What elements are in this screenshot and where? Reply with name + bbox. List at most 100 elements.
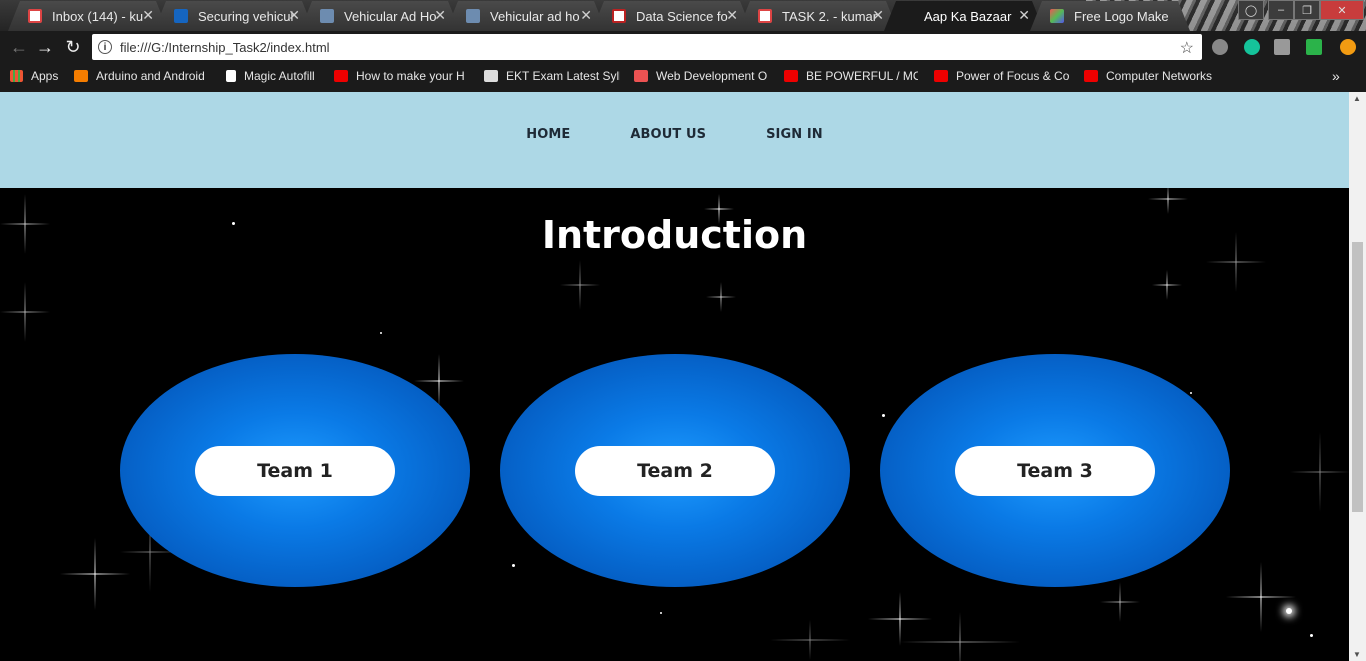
web-page: HOME ABOUT US SIGN IN Introduction Team … — [0, 92, 1349, 661]
bookmark-label: Magic Autofill — [244, 69, 315, 83]
close-icon[interactable]: ✕ — [1018, 7, 1030, 24]
reload-icon[interactable]: ↻ — [62, 37, 84, 57]
tab-aap-ka-bazaar[interactable]: Aap Ka Bazaar ✕ — [884, 1, 1044, 31]
extension-icon[interactable] — [1212, 39, 1228, 55]
sparkle — [1226, 562, 1296, 632]
address-text: file:///G:/Internship_Task2/index.html — [120, 39, 330, 55]
bookmark-label: EKT Exam Latest Sylla — [506, 69, 620, 83]
star — [660, 612, 662, 614]
udemy-icon — [634, 70, 648, 82]
address-bar[interactable]: i file:///G:/Internship_Task2/index.html… — [92, 34, 1202, 60]
forward-icon[interactable]: → — [34, 37, 56, 57]
bookmark-star-icon[interactable]: ☆ — [1179, 38, 1194, 58]
bookmark-ekt-exam[interactable]: EKT Exam Latest Sylla — [484, 68, 620, 84]
nav-signin-link[interactable]: SIGN IN — [766, 127, 823, 142]
bookmark-computer-networks[interactable]: Computer Networks — [1084, 68, 1220, 84]
tab-vehicular-2[interactable]: Vehicular ad ho ✕ — [446, 1, 606, 31]
bookmark-arduino[interactable]: Arduino and Android — [74, 68, 210, 84]
close-icon[interactable]: ✕ — [726, 7, 738, 24]
tab-free-logo[interactable]: Free Logo Make — [1030, 1, 1190, 31]
sparkle — [560, 260, 600, 310]
minimize-button[interactable]: – — [1268, 0, 1294, 20]
youtube-icon — [334, 70, 348, 82]
team-1-button[interactable]: Team 1 — [195, 446, 395, 496]
info-icon[interactable]: i — [98, 40, 112, 54]
n-icon — [612, 9, 626, 23]
close-icon[interactable]: ✕ — [288, 7, 300, 24]
star — [1190, 392, 1192, 394]
tab-title: Vehicular Ad Ho — [344, 8, 437, 24]
my-extension-icon[interactable] — [1274, 39, 1290, 55]
team-3-button[interactable]: Team 3 — [955, 446, 1155, 496]
star — [882, 414, 885, 417]
star — [380, 332, 382, 334]
close-icon[interactable]: ✕ — [142, 7, 154, 24]
team-2-card: Team 2 — [500, 354, 850, 587]
tab-title: Inbox (144) - ku — [52, 8, 144, 24]
gmail-icon — [758, 9, 772, 23]
tab-securing[interactable]: Securing vehicul ✕ — [154, 1, 314, 31]
vertical-scrollbar[interactable]: ▲ ▼ — [1349, 92, 1366, 661]
bookmark-label: BE POWERFUL / MOT — [806, 69, 918, 83]
back-icon[interactable]: ← — [8, 37, 30, 57]
bookmarks-overflow-button[interactable]: » — [1332, 68, 1352, 84]
update-icon[interactable] — [1340, 39, 1356, 55]
restore-button[interactable]: ❐ — [1294, 0, 1320, 20]
page-icon — [226, 70, 236, 82]
bookmark-web-dev[interactable]: Web Development O — [634, 68, 770, 84]
tab-strip: Inbox (144) - ku ✕ Securing vehicul ✕ Ve… — [0, 0, 1366, 31]
youtube-icon — [1084, 70, 1098, 82]
bookmark-how-to[interactable]: How to make your H — [334, 68, 468, 84]
youtube-icon — [784, 70, 798, 82]
close-icon[interactable]: ✕ — [434, 7, 446, 24]
document-icon — [320, 9, 334, 23]
profile-icon[interactable]: ◯ — [1238, 0, 1264, 20]
close-icon[interactable]: ✕ — [580, 7, 592, 24]
sparkle — [770, 620, 850, 660]
nav-about-link[interactable]: ABOUT US — [630, 127, 706, 142]
tab-title: Data Science fo — [636, 8, 728, 24]
star — [1286, 608, 1292, 614]
top-navbar: HOME ABOUT US SIGN IN — [0, 92, 1349, 188]
page-title: Introduction — [541, 213, 808, 257]
grammarly-icon[interactable] — [1244, 39, 1260, 55]
bookmark-label: Web Development O — [656, 69, 768, 83]
bookmark-label: Arduino and Android — [96, 69, 205, 83]
bookmark-label: Computer Networks — [1106, 69, 1213, 83]
browser-chrome: Inbox (144) - ku ✕ Securing vehicul ✕ Ve… — [0, 0, 1366, 92]
bookmark-label: Power of Focus & Co — [956, 69, 1070, 83]
tab-vehicular-1[interactable]: Vehicular Ad Ho ✕ — [300, 1, 460, 31]
tab-data-science[interactable]: Data Science fo ✕ — [592, 1, 752, 31]
tab-title: Securing vehicul — [198, 8, 294, 24]
sparkle — [900, 612, 1020, 661]
toolbar: ← → ↻ i file:///G:/Internship_Task2/inde… — [0, 31, 1366, 63]
team-3-card: Team 3 — [880, 354, 1230, 587]
bookmark-be-powerful[interactable]: BE POWERFUL / MOT — [784, 68, 918, 84]
youtube-icon — [934, 70, 948, 82]
star — [512, 564, 515, 567]
team-1-card: Team 1 — [120, 354, 470, 587]
bookmark-apps[interactable]: Apps — [10, 68, 68, 84]
scroll-down-icon[interactable]: ▼ — [1353, 650, 1361, 659]
sc-icon — [484, 70, 498, 82]
sparkle — [0, 282, 50, 342]
close-icon[interactable]: ✕ — [872, 7, 884, 24]
sparkle — [1100, 582, 1140, 622]
apps-grid-icon — [10, 70, 23, 82]
scroll-up-icon[interactable]: ▲ — [1353, 94, 1361, 103]
bookmark-magic-autofill[interactable]: Magic Autofill — [226, 68, 326, 84]
tab-title: TASK 2. - kumar — [782, 8, 878, 24]
team-2-button[interactable]: Team 2 — [575, 446, 775, 496]
tab-inbox[interactable]: Inbox (144) - ku ✕ — [8, 1, 168, 31]
bookmark-power-of-focus[interactable]: Power of Focus & Co — [934, 68, 1082, 84]
tab-task2[interactable]: TASK 2. - kumar ✕ — [738, 1, 898, 31]
bookmarks-bar: Apps Arduino and Android Magic Autofill … — [0, 63, 1366, 89]
scrollbar-thumb[interactable] — [1352, 242, 1363, 512]
sparkle — [706, 282, 736, 312]
game-extension-icon[interactable] — [1306, 39, 1322, 55]
nav-home-link[interactable]: HOME — [526, 127, 570, 142]
bookmark-label: How to make your H — [356, 69, 465, 83]
bookmark-label: Apps — [31, 69, 59, 83]
sparkle — [1148, 184, 1188, 214]
close-window-button[interactable]: ✕ — [1320, 0, 1364, 20]
